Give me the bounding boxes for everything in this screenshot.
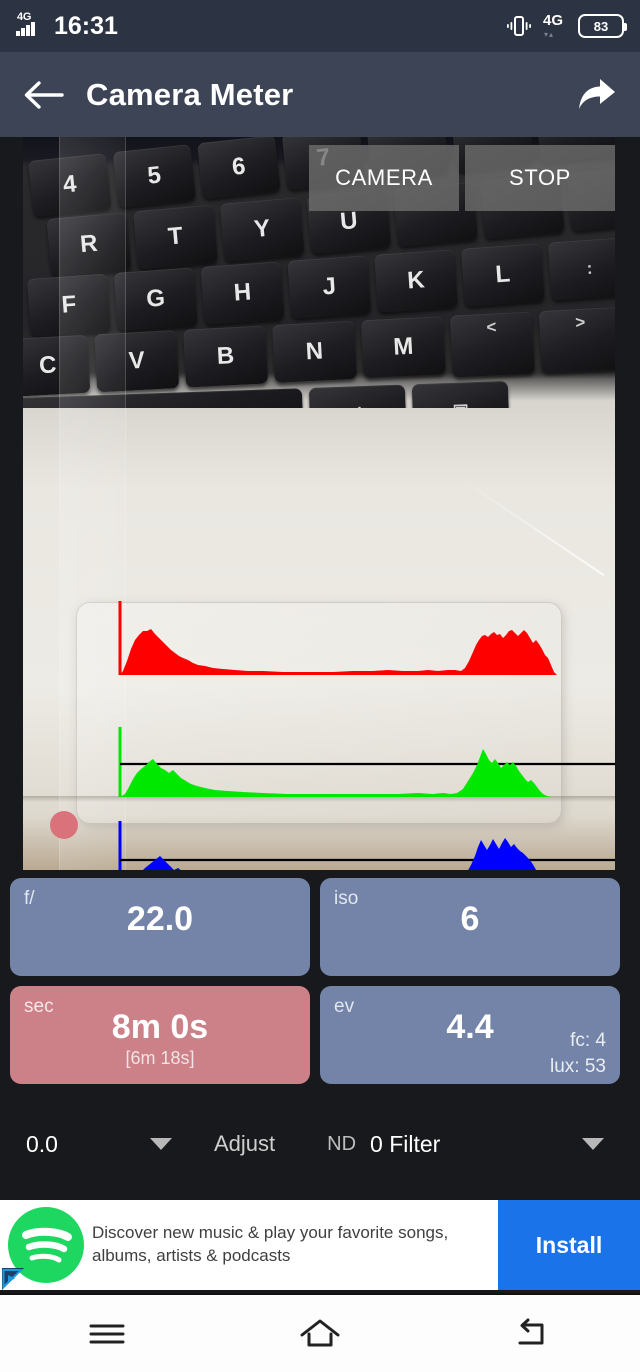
keyboard-photo: 4 5 6 7 R T Y U xyxy=(23,137,615,870)
ad-banner[interactable]: Discover new music & play your favorite … xyxy=(0,1200,640,1290)
key-l: L xyxy=(460,243,545,307)
preview-overlay-buttons: CAMERA STOP xyxy=(309,145,615,211)
home-button[interactable] xyxy=(260,1316,380,1352)
key-colon: : xyxy=(547,237,615,301)
key-period: > xyxy=(538,306,615,374)
key-j: J xyxy=(287,255,372,319)
home-icon xyxy=(300,1319,340,1346)
signal-bars-glyph xyxy=(16,22,35,36)
ad-logo-wrapper xyxy=(0,1200,92,1290)
key-h: H xyxy=(200,261,285,325)
nd-filter-value[interactable]: 0 Filter xyxy=(370,1131,440,1158)
key-y: Y xyxy=(219,196,305,262)
iso-value: 6 xyxy=(460,900,480,938)
data-network-label: 4G xyxy=(543,12,564,29)
vibrate-icon xyxy=(507,16,531,36)
back-nav-button[interactable] xyxy=(473,1316,593,1352)
share-arrow-icon xyxy=(579,78,615,109)
laptop-trackpad xyxy=(76,602,562,824)
nd-dropdown-chevron-down-icon[interactable] xyxy=(582,1138,604,1150)
menu-icon xyxy=(89,1324,125,1343)
adchoices-icon[interactable] xyxy=(0,1266,26,1290)
glass-reflection xyxy=(58,137,126,870)
camera-button[interactable]: CAMERA xyxy=(309,145,459,211)
ad-install-button[interactable]: Install xyxy=(498,1200,640,1290)
data-network-icon: 4G ▾▴ xyxy=(542,12,568,40)
phone-screen: 4G 16:31 4G ▾▴ 83 Camera Meter 5 6 T Y U… xyxy=(0,0,640,1372)
page-title: Camera Meter xyxy=(86,76,294,112)
ad-body-text: Discover new music & play your favorite … xyxy=(92,1223,449,1265)
status-bar-clock: 16:31 xyxy=(54,11,118,40)
ev-compensation-value[interactable]: 0.0 xyxy=(0,1131,150,1158)
system-nav-bar xyxy=(0,1293,640,1372)
shutter-value: 8m 0s xyxy=(111,1008,209,1046)
adjust-label: Adjust xyxy=(214,1131,276,1156)
shutter-card[interactable]: sec 8m 0s [6m 18s] xyxy=(10,986,310,1084)
key-6: 6 xyxy=(197,137,281,200)
camera-preview[interactable]: 4 5 6 7 R T Y U xyxy=(23,137,615,870)
recents-button[interactable] xyxy=(47,1317,167,1351)
key-comma: < xyxy=(449,311,535,378)
stop-button[interactable]: STOP xyxy=(465,145,615,211)
aperture-value: 22.0 xyxy=(126,900,194,938)
ev-dropdown-chevron-down-icon[interactable] xyxy=(150,1138,172,1150)
nd-label: ND xyxy=(327,1132,357,1155)
battery-percent: 83 xyxy=(593,18,609,34)
footcandle-value: fc: 4 xyxy=(570,1030,606,1051)
ev-card[interactable]: ev 4.4 fc: 4 lux: 53 xyxy=(320,986,620,1084)
back-button[interactable] xyxy=(0,78,86,112)
back-icon xyxy=(518,1318,544,1344)
key-k: K xyxy=(374,249,458,313)
share-button[interactable] xyxy=(554,76,640,114)
lux-value: lux: 53 xyxy=(550,1056,606,1077)
key-m: M xyxy=(360,316,446,379)
status-bar-left: 4G 16:31 xyxy=(16,11,118,40)
key-g: G xyxy=(113,267,198,331)
meter-cards: f/ 22.0 iso 6 sec 8m 0s [6m 18s] ev 4.4 … xyxy=(0,878,640,1084)
battery-icon: 83 xyxy=(578,14,627,38)
data-arrows-glyph: ▾▴ xyxy=(544,30,555,39)
shutter-subvalue: [6m 18s] xyxy=(125,1048,195,1068)
app-bar: Camera Meter xyxy=(0,52,640,137)
key-b: B xyxy=(183,325,269,388)
status-bar: 4G 16:31 4G ▾▴ 83 xyxy=(0,0,640,52)
aperture-card[interactable]: f/ 22.0 xyxy=(10,878,310,976)
key-n: N xyxy=(272,320,357,383)
record-dot xyxy=(50,811,78,839)
signal-bars-icon: 4G xyxy=(16,11,46,40)
arrow-left-icon xyxy=(24,80,64,109)
status-bar-right: 4G ▾▴ 83 xyxy=(506,12,627,40)
key-t: T xyxy=(133,204,218,270)
adjust-row: 0.0 Adjust ND 0 Filter xyxy=(0,1113,640,1175)
iso-card[interactable]: iso 6 xyxy=(320,878,620,976)
trackpad-highlight xyxy=(455,475,604,576)
